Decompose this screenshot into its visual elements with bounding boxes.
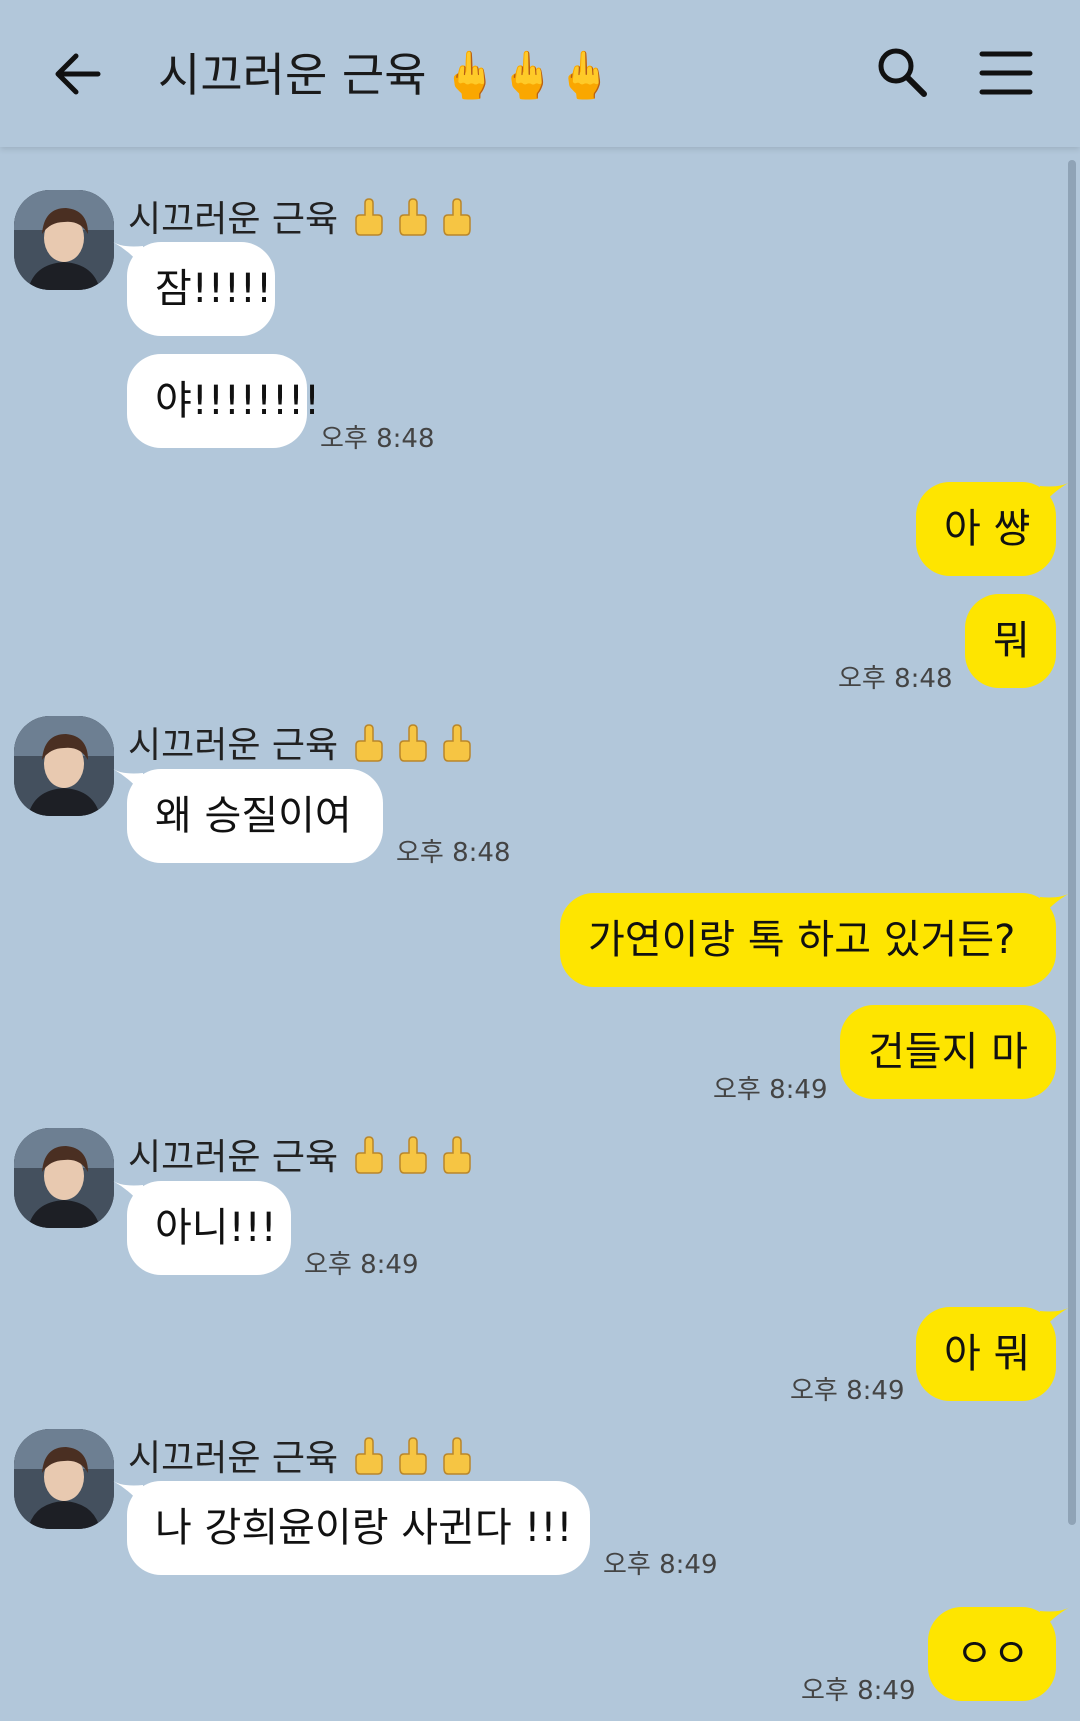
message-text: 아 썅 xyxy=(944,506,1031,552)
message-text: 건들지 마 xyxy=(868,1029,1028,1075)
bubble-tail xyxy=(1040,893,1070,919)
message-text: 잠!!!!! xyxy=(155,266,272,312)
back-arrow-icon[interactable] xyxy=(50,46,106,102)
message-text: 야!!!!!!!! xyxy=(155,378,321,424)
message-text: 뭐 xyxy=(993,618,1030,664)
outgoing-message[interactable]: 건들지 마 xyxy=(840,1005,1056,1099)
avatar[interactable] xyxy=(14,1429,114,1529)
message-time: 오후 8:49 xyxy=(713,1075,828,1105)
avatar[interactable] xyxy=(14,190,114,290)
middle-finger-emoji-icon xyxy=(346,1436,478,1485)
bubble-tail xyxy=(1040,1607,1070,1633)
message-time: 오후 8:49 xyxy=(304,1250,419,1280)
outgoing-message[interactable]: 가연이랑 톡 하고 있거든? xyxy=(560,893,1070,987)
bubble-tail xyxy=(113,1181,143,1207)
message-time: 오후 8:48 xyxy=(320,424,435,454)
menu-icon[interactable] xyxy=(978,48,1034,98)
message-text: ㅇㅇ xyxy=(956,1631,1030,1677)
outgoing-message[interactable]: 아 썅 xyxy=(916,482,1070,576)
search-icon[interactable] xyxy=(874,44,930,100)
incoming-message[interactable]: 잠!!!!! xyxy=(113,242,275,336)
chat-header: 시끄러운 근육 🖕🖕🖕 xyxy=(0,0,1080,147)
message-time: 오후 8:48 xyxy=(838,664,953,694)
outgoing-message[interactable]: 뭐 xyxy=(965,594,1056,688)
message-text: 가연이랑 톡 하고 있거든? xyxy=(588,917,1016,963)
bubble-tail xyxy=(113,1481,143,1507)
avatar[interactable] xyxy=(14,1128,114,1228)
sender-name: 시끄러운 근육 xyxy=(128,190,478,246)
message-time: 오후 8:49 xyxy=(801,1676,916,1706)
sender-name: 시끄러운 근육 xyxy=(128,1128,478,1184)
message-time: 오후 8:49 xyxy=(790,1376,905,1406)
message-time: 오후 8:49 xyxy=(603,1550,718,1580)
chat-title: 시끄러운 근육 🖕🖕🖕 xyxy=(158,48,613,102)
bubble-tail xyxy=(1040,1307,1070,1333)
incoming-message[interactable]: 야!!!!!!!! xyxy=(127,354,320,448)
bubble-tail xyxy=(113,769,143,795)
middle-finger-emoji-icon xyxy=(346,197,478,246)
sender-name: 시끄러운 근육 xyxy=(128,1429,478,1485)
message-text: 왜 승질이여 xyxy=(155,793,352,839)
message-text: 나 강희윤이랑 사귄다 !!! xyxy=(155,1505,573,1551)
outgoing-message[interactable]: 아 뭐 xyxy=(916,1307,1070,1401)
middle-finger-emoji-icon xyxy=(346,1135,478,1184)
message-text: 아 뭐 xyxy=(944,1331,1031,1377)
incoming-message[interactable]: 아니!!! xyxy=(113,1181,291,1275)
middle-finger-emoji-icon xyxy=(346,723,478,772)
message-text: 아니!!! xyxy=(155,1205,277,1251)
sender-name: 시끄러운 근육 xyxy=(128,716,478,772)
outgoing-message[interactable]: ㅇㅇ xyxy=(928,1607,1070,1701)
incoming-message[interactable]: 나 강희윤이랑 사귄다 !!! xyxy=(113,1481,590,1575)
incoming-message[interactable]: 왜 승질이여 xyxy=(113,769,383,863)
bubble-tail xyxy=(1040,482,1070,508)
bubble-tail xyxy=(113,242,143,268)
avatar[interactable] xyxy=(14,716,114,816)
message-time: 오후 8:48 xyxy=(396,838,511,868)
